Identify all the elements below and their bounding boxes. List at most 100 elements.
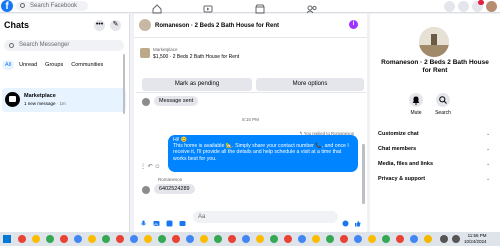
system-clock[interactable]: 11:56 PM 10/24/2024 <box>464 233 487 244</box>
sender-name: Romaneson <box>158 177 183 182</box>
chrome-icon[interactable] <box>368 235 376 243</box>
more-actions-icon[interactable]: ⋮ <box>140 164 146 170</box>
reply-icon[interactable]: ↶ <box>148 164 153 170</box>
chrome-icon[interactable] <box>172 235 180 243</box>
chrome-icon[interactable] <box>130 235 138 243</box>
chat-members-item[interactable]: Chat members <box>378 146 416 152</box>
chrome-icon[interactable] <box>60 235 68 243</box>
media-files-links-item[interactable]: Media, files and links <box>378 161 433 167</box>
chrome-icon[interactable] <box>382 235 390 243</box>
chevron-down-icon: ⌄ <box>486 176 491 182</box>
sender-avatar <box>142 98 150 106</box>
filter-unread[interactable]: Unread <box>16 60 40 70</box>
new-message-button[interactable]: ✎ <box>110 20 121 31</box>
gif-icon[interactable] <box>179 214 186 226</box>
search-in-conversation-icon[interactable] <box>436 93 450 107</box>
sender-avatar <box>142 186 150 194</box>
search-label: Search <box>435 110 451 116</box>
chrome-icon[interactable] <box>18 235 26 243</box>
chrome-icon[interactable] <box>158 235 166 243</box>
volume-icon[interactable] <box>452 235 460 243</box>
chrome-icon[interactable] <box>340 235 348 243</box>
image-icon[interactable] <box>153 214 160 226</box>
customize-chat-item[interactable]: Customize chat <box>378 131 419 137</box>
filter-all[interactable]: All <box>2 60 15 70</box>
info-icon[interactable]: i <box>349 20 358 29</box>
chrome-icon[interactable] <box>200 235 208 243</box>
mute-label: Mute <box>410 110 422 116</box>
mute-bell-icon[interactable] <box>409 93 423 107</box>
mark-as-pending-button[interactable]: Mark as pending <box>142 78 252 91</box>
weather-icon[interactable] <box>424 235 432 243</box>
message-input-placeholder: Aa <box>198 214 206 220</box>
emoji-icon[interactable] <box>342 214 349 227</box>
chevron-down-icon: ⌄ <box>486 161 491 167</box>
privacy-support-item[interactable]: Privacy & support <box>378 176 425 182</box>
menu-grid-icon[interactable] <box>444 1 455 12</box>
chat-title[interactable]: Romaneson · 2 Beds 2 Bath House for Rent <box>155 23 279 29</box>
chrome-icon[interactable] <box>74 235 82 243</box>
chrome-icon[interactable] <box>214 235 222 243</box>
chats-title: Chats <box>4 20 30 30</box>
chrome-icon[interactable] <box>284 235 292 243</box>
chrome-icon[interactable] <box>242 235 250 243</box>
chrome-icon[interactable] <box>396 235 404 243</box>
chrome-icon[interactable] <box>88 235 96 243</box>
listing-label: Marketplace <box>153 47 178 52</box>
details-name: Romaneson · 2 Beds 2 Bath House for Rent <box>381 59 489 74</box>
groups-icon[interactable] <box>306 1 318 14</box>
chrome-icon[interactable] <box>46 235 54 243</box>
chat-avatar[interactable] <box>139 19 151 31</box>
chrome-icon[interactable] <box>228 235 236 243</box>
conversation-item-marketplace[interactable]: Marketplace 1 new message · 1m <box>2 88 126 112</box>
chat-header: Romaneson · 2 Beds 2 Bath House for Rent… <box>134 14 367 38</box>
message-composer: Aa <box>134 206 367 230</box>
chrome-icon[interactable] <box>102 235 110 243</box>
marketplace-avatar <box>5 92 20 107</box>
chat-filters: All Unread Groups Communities <box>2 60 106 70</box>
marketplace-icon[interactable] <box>254 1 266 14</box>
chrome-icon[interactable] <box>186 235 194 243</box>
start-icon[interactable] <box>3 235 11 243</box>
sidebar-scrollbar[interactable] <box>123 54 125 114</box>
chrome-icon[interactable] <box>410 235 418 243</box>
wifi-icon[interactable] <box>440 235 448 243</box>
chrome-icon[interactable] <box>144 235 152 243</box>
sticker-icon[interactable] <box>166 214 173 227</box>
chats-more-button[interactable]: ••• <box>94 20 105 31</box>
message-timestamp: 8:15 PM <box>242 117 259 122</box>
listing-detail[interactable]: $1,500 · 2 Beds 2 Bath House for Rent <box>153 54 239 60</box>
conversation-preview-text: 1 new message <box>24 101 56 106</box>
filter-communities[interactable]: Communities <box>68 60 106 70</box>
home-icon[interactable] <box>151 1 163 14</box>
chrome-icon[interactable] <box>326 235 334 243</box>
video-icon[interactable] <box>202 1 214 13</box>
chrome-icon[interactable] <box>256 235 264 243</box>
profile-avatar[interactable] <box>486 1 497 12</box>
chevron-down-icon: ⌄ <box>486 146 491 152</box>
chats-sidebar: Chats ••• ✎ Search Messenger All Unread … <box>0 14 130 232</box>
microphone-icon[interactable] <box>140 214 147 226</box>
messenger-icon[interactable] <box>458 1 469 12</box>
conversation-preview: 1 new message · 1m <box>24 101 66 106</box>
message-input[interactable]: Aa <box>193 211 338 223</box>
chat-scrollbar[interactable] <box>362 144 365 204</box>
chrome-icon[interactable] <box>270 235 278 243</box>
facebook-search-input[interactable]: Search Facebook <box>16 1 88 11</box>
listing-thumbnail[interactable] <box>140 48 150 58</box>
more-options-button[interactable]: More options <box>256 78 364 91</box>
react-icon[interactable]: ☺ <box>154 164 160 170</box>
os-taskbar: 11:56 PM 10/24/2024 <box>0 232 500 246</box>
facebook-logo[interactable]: f <box>1 0 13 12</box>
listing-avatar[interactable] <box>419 27 449 57</box>
top-navigation-bar: f Search Facebook <box>0 0 500 14</box>
chrome-icon[interactable] <box>116 235 124 243</box>
chrome-icon[interactable] <box>354 235 362 243</box>
chrome-icon[interactable] <box>32 235 40 243</box>
avatar-floor <box>419 45 449 57</box>
chrome-icon[interactable] <box>298 235 306 243</box>
like-icon[interactable] <box>354 214 361 227</box>
messenger-search-input[interactable]: Search Messenger <box>4 40 124 51</box>
filter-groups[interactable]: Groups <box>42 60 66 70</box>
chrome-icon[interactable] <box>312 235 320 243</box>
